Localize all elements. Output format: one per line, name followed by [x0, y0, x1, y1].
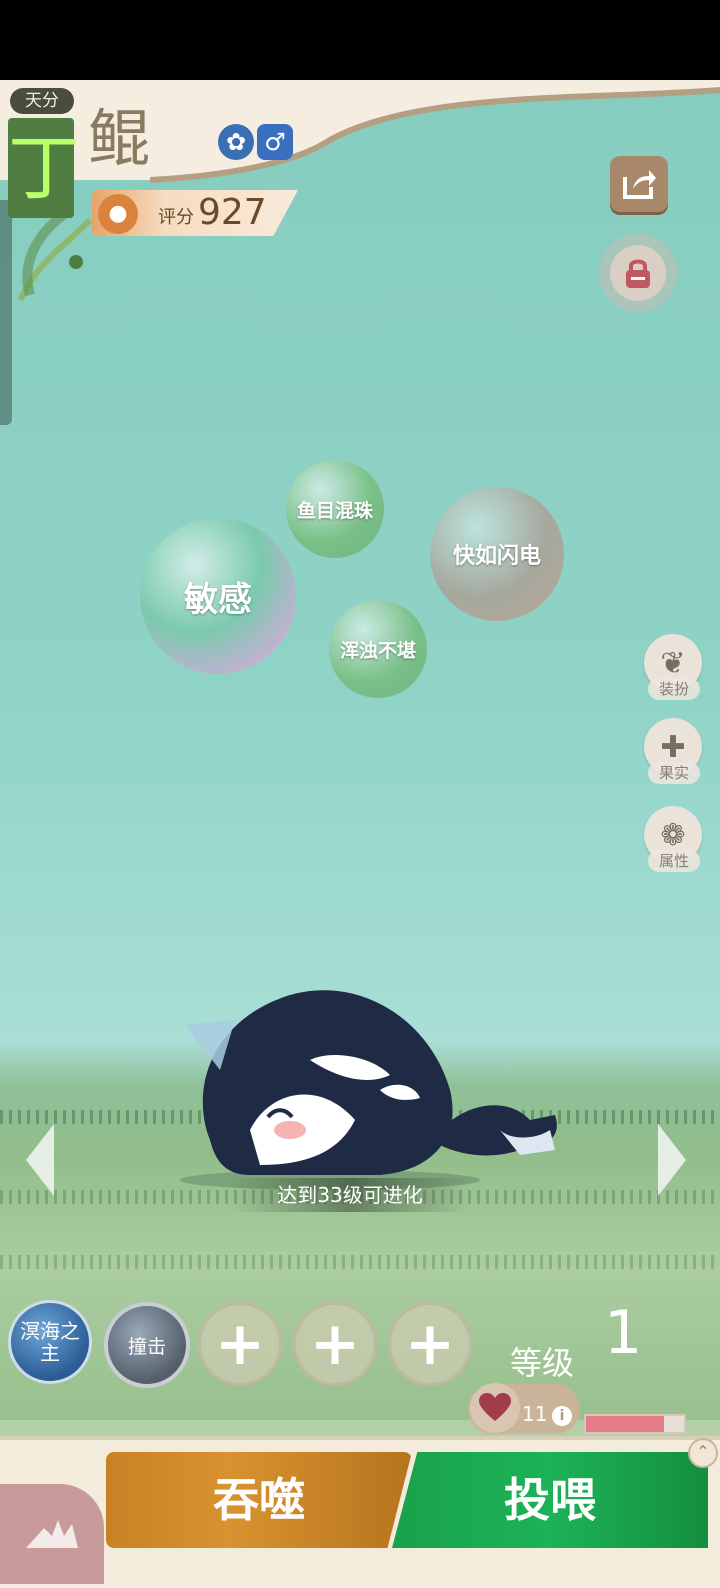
level-value: 1: [604, 1298, 643, 1368]
skill-slot-empty[interactable]: +: [293, 1302, 377, 1386]
trait-bubble[interactable]: 鱼目混珠: [286, 460, 384, 558]
next-arrow-icon[interactable]: [654, 1122, 688, 1198]
pet-creature[interactable]: [180, 980, 570, 1190]
plus-icon: +: [404, 1309, 456, 1379]
skill-second[interactable]: 撞击: [104, 1302, 190, 1388]
lock-icon: [610, 245, 666, 301]
skill-main[interactable]: 溟海之主: [8, 1300, 92, 1384]
score-value: 927: [198, 192, 267, 233]
male-gender-icon: ♂: [257, 124, 293, 160]
heart-icon: [470, 1383, 520, 1433]
talent-grade: 丁: [8, 118, 80, 218]
affection-count: 11: [522, 1402, 548, 1426]
paw-icon: ●: [98, 194, 138, 234]
feed-button[interactable]: 投喂: [392, 1452, 708, 1548]
skill-slot-empty[interactable]: +: [198, 1302, 282, 1386]
pet-name: 鲲: [88, 102, 151, 175]
wing-icon: [26, 1520, 78, 1548]
affection-progress-bar: [584, 1414, 686, 1434]
share-button[interactable]: [610, 156, 668, 212]
devour-button[interactable]: 吞噬: [106, 1452, 412, 1548]
dress-up-label: 装扮: [648, 678, 700, 700]
info-icon[interactable]: i: [552, 1406, 572, 1426]
score-label: 评分: [158, 207, 194, 228]
level-label: 等级: [510, 1344, 575, 1382]
share-icon: [623, 170, 656, 199]
trait-bubble[interactable]: 快如闪电: [430, 487, 564, 621]
prev-arrow-icon[interactable]: [24, 1122, 58, 1198]
talent-label: 天分: [10, 88, 74, 114]
back-button[interactable]: [0, 1484, 104, 1584]
affection-progress-fill: [586, 1416, 665, 1432]
trait-bubble[interactable]: 敏感: [140, 518, 296, 674]
skill-slot-empty[interactable]: +: [388, 1302, 472, 1386]
plus-icon: +: [214, 1309, 266, 1379]
expand-up-icon[interactable]: ⌃: [688, 1438, 718, 1468]
dress-up-button[interactable]: ❦ 装扮: [644, 634, 704, 702]
element-water-icon: ✿: [218, 124, 254, 160]
grass-texture: [0, 1255, 720, 1269]
attributes-label: 属性: [648, 850, 700, 872]
trait-bubble[interactable]: 浑浊不堪: [329, 600, 427, 698]
fruit-label: 果实: [648, 762, 700, 784]
plus-icon: +: [309, 1309, 361, 1379]
lock-button[interactable]: [599, 234, 677, 312]
attributes-button[interactable]: ❁ 属性: [644, 806, 704, 874]
fruit-button[interactable]: ✚ 果实: [644, 718, 704, 786]
evolve-tip: 达到33级可进化: [230, 1178, 470, 1212]
